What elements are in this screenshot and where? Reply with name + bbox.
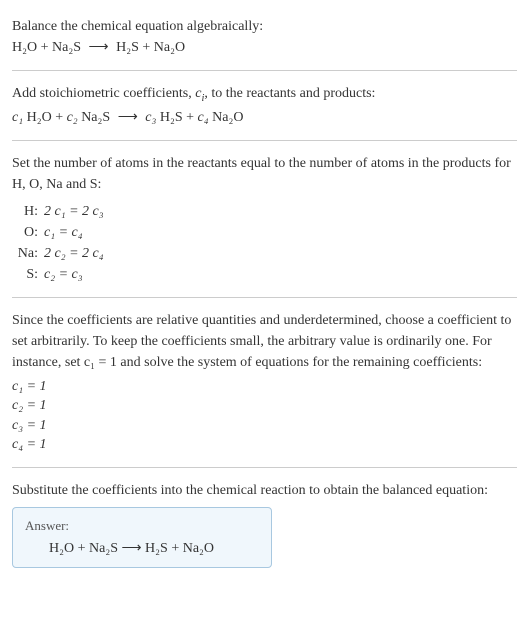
section-solve: Since the coefficients are relative quan…	[12, 302, 517, 463]
divider	[12, 297, 517, 298]
coef-value: c₄ = 1	[12, 435, 517, 455]
atom-equation: c₁ = c₄	[44, 222, 83, 243]
atom-equation: 2 c₁ = 2 c₃	[44, 201, 104, 222]
divider	[12, 140, 517, 141]
atom-row: Na: 2 c₂ = 2 c₄	[16, 243, 517, 264]
section-balance-intro: Balance the chemical equation algebraica…	[12, 8, 517, 66]
atom-eq-title: Set the number of atoms in the reactants…	[12, 153, 517, 195]
coef-value: c₂ = 1	[12, 396, 517, 416]
divider	[12, 467, 517, 468]
solve-text: Since the coefficients are relative quan…	[12, 310, 517, 373]
atom-row: S: c₂ = c₃	[16, 264, 517, 285]
unbalanced-equation: H₂O + Na₂S ⟶ H₂S + Na₂O	[12, 37, 517, 58]
answer-box: Answer: H₂O + Na₂S ⟶ H₂S + Na₂O	[12, 507, 272, 568]
eq-left: H₂O + Na₂S	[12, 40, 81, 55]
atom-label: Na:	[16, 243, 44, 264]
coef-value: c₃ = 1	[12, 416, 517, 436]
stoich-equation: c₁ H₂O + c₂ Na₂S ⟶ c₃ H₂S + c₄ Na₂O	[12, 107, 517, 128]
atom-label: O:	[16, 222, 44, 243]
reaction-arrow-icon: ⟶	[114, 110, 142, 125]
substitute-text: Substitute the coefficients into the che…	[12, 480, 517, 501]
section-stoich-coefficients: Add stoichiometric coefficients, ci, to …	[12, 75, 517, 136]
eq-right: H₂S + Na₂O	[116, 40, 185, 55]
intro-title: Balance the chemical equation algebraica…	[12, 16, 517, 37]
atom-label: S:	[16, 264, 44, 285]
stoich-title: Add stoichiometric coefficients, ci, to …	[12, 83, 517, 107]
section-answer: Substitute the coefficients into the che…	[12, 472, 517, 576]
balanced-equation: H₂O + Na₂S ⟶ H₂S + Na₂O	[25, 540, 259, 557]
coef-value: c₁ = 1	[12, 377, 517, 397]
atom-row: O: c₁ = c₄	[16, 222, 517, 243]
atom-equation-table: H: 2 c₁ = 2 c₃ O: c₁ = c₄ Na: 2 c₂ = 2 c…	[16, 201, 517, 285]
coefficient-list: c₁ = 1 c₂ = 1 c₃ = 1 c₄ = 1	[12, 377, 517, 455]
atom-row: H: 2 c₁ = 2 c₃	[16, 201, 517, 222]
atom-label: H:	[16, 201, 44, 222]
section-atom-equations: Set the number of atoms in the reactants…	[12, 145, 517, 293]
reaction-arrow-icon: ⟶	[85, 40, 113, 55]
atom-equation: c₂ = c₃	[44, 264, 83, 285]
answer-label: Answer:	[25, 518, 259, 534]
atom-equation: 2 c₂ = 2 c₄	[44, 243, 104, 264]
divider	[12, 70, 517, 71]
